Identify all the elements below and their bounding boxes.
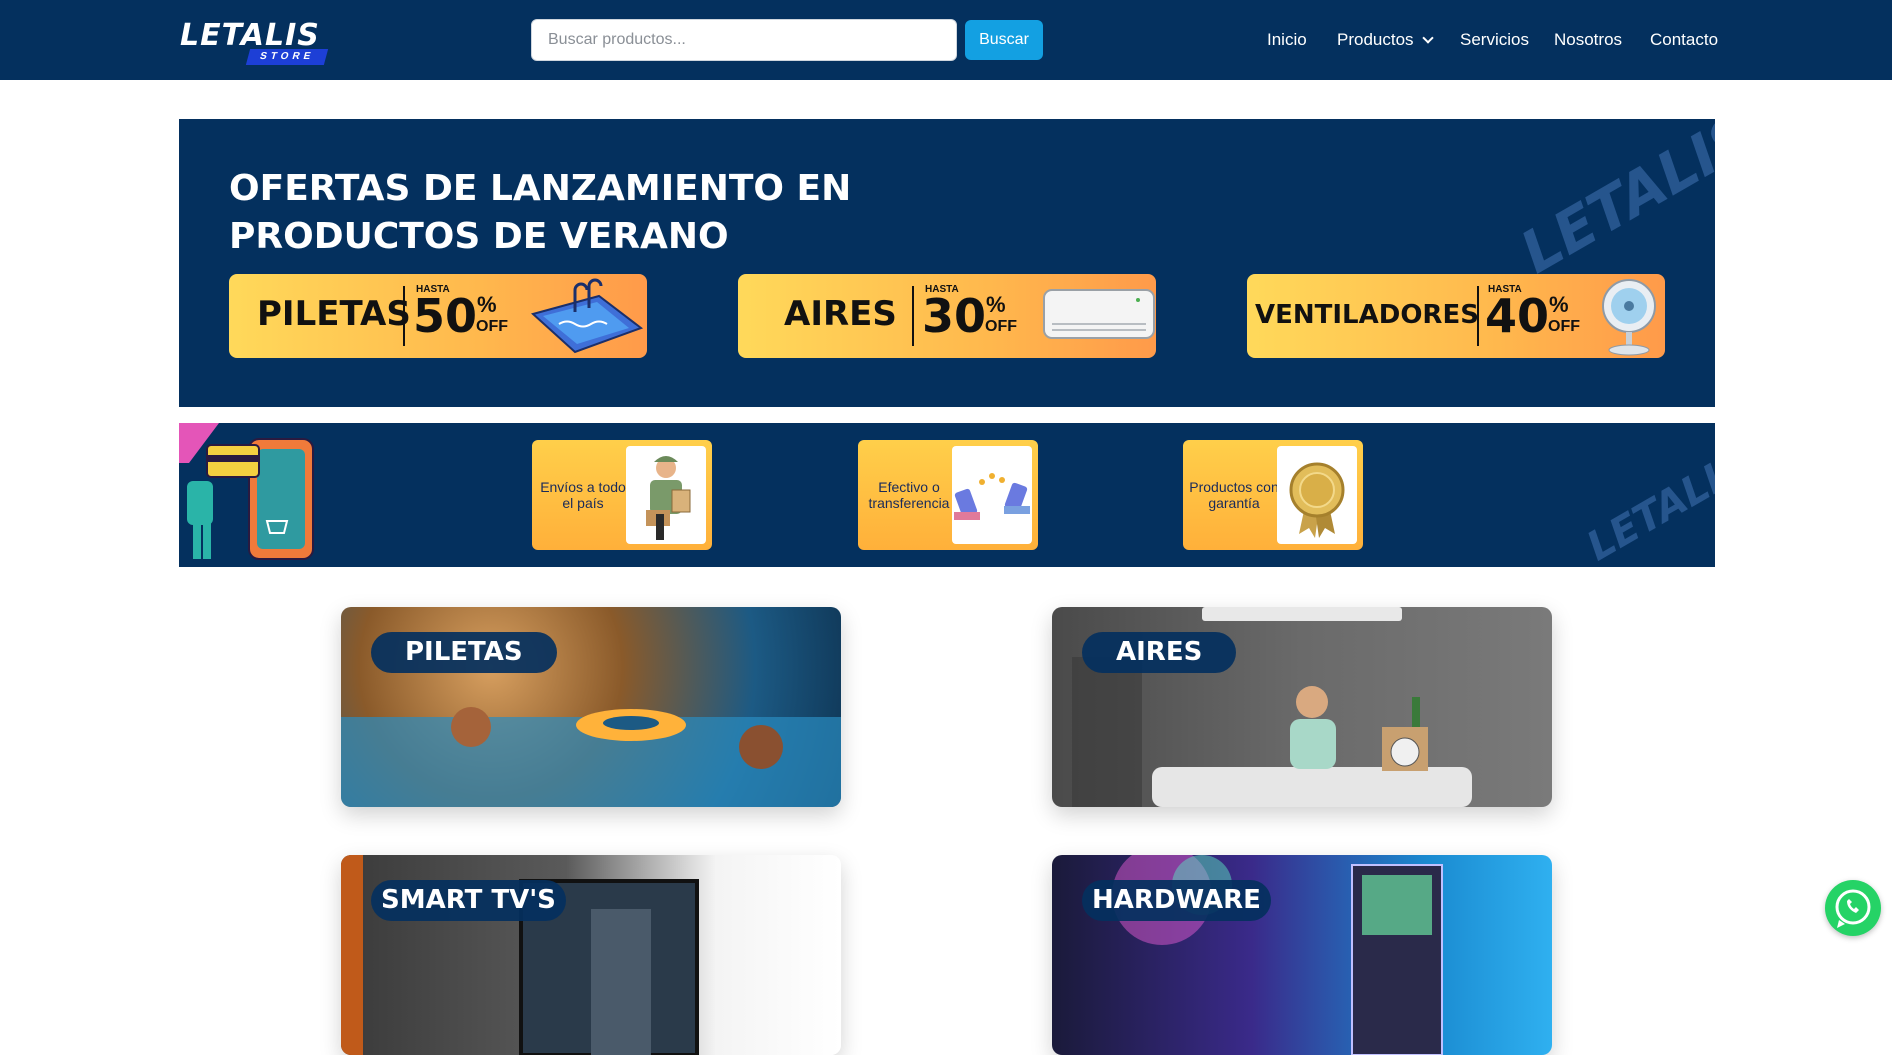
watermark-logo: LETALIS [1579,441,1715,567]
promo-off: OFF [1548,318,1580,335]
hero-title: OFERTAS DE LANZAMIENTO EN PRODUCTOS DE V… [229,168,852,257]
promo-name: VENTILADORES [1255,300,1479,330]
category-label: AIRES [1082,632,1237,673]
phone-transfer-icon [954,473,1030,520]
top-navbar: LETALIS STORE Buscar Inicio Productos Se… [0,0,1892,80]
category-card-piletas[interactable]: PILETAS [341,607,841,807]
letalis-logo[interactable]: LETALIS STORE [180,18,330,65]
feature-image [626,446,706,544]
air-conditioner-icon [1043,289,1155,339]
promo-percent: 40 [1485,289,1550,343]
search-button[interactable]: Buscar [965,20,1043,60]
feature-payment: Efectivo o transferencia [858,440,1038,550]
promo-piletas[interactable]: PILETAS HASTA 50 % OFF [229,274,647,358]
feature-image [1277,446,1357,544]
nav-servicios[interactable]: Servicios [1460,30,1529,50]
promo-aires[interactable]: AIRES HASTA 30 % OFF [738,274,1156,358]
nav-productos[interactable]: Productos [1337,30,1434,50]
promo-name: PILETAS [257,294,411,334]
promo-percent: 50 [413,289,478,343]
promo-divider [403,286,405,346]
delivery-person-icon [646,456,691,540]
fan-icon [1602,279,1656,356]
feature-image [952,446,1032,544]
category-card-smart-tvs[interactable]: SMART TV'S [341,855,841,1055]
category-label: PILETAS [371,632,557,673]
category-label: HARDWARE [1082,880,1271,921]
nav-inicio[interactable]: Inicio [1267,30,1307,50]
promo-name: AIRES [784,294,897,334]
summer-offers-banner: OFERTAS DE LANZAMIENTO EN PRODUCTOS DE V… [179,119,1715,407]
promo-percent-sign: % [1549,292,1569,317]
feature-warranty: Productos con garantía [1183,440,1363,550]
promo-off: OFF [476,318,508,335]
promo-percent-sign: % [986,292,1006,317]
category-card-aires[interactable]: AIRES [1052,607,1552,807]
feature-shipping: Envíos a todo el país [532,440,712,550]
promo-divider [912,286,914,346]
nav-contacto[interactable]: Contacto [1650,30,1718,50]
nav-nosotros[interactable]: Nosotros [1554,30,1622,50]
warranty-badge-icon [1289,462,1345,538]
promo-off: OFF [985,318,1017,335]
search-input[interactable] [531,19,957,61]
feature-label: Efectivo o transferencia [868,479,950,511]
mobile-shopping-illustration [179,423,314,560]
promo-ventiladores[interactable]: VENTILADORES HASTA 40 % OFF [1247,274,1665,358]
features-bar: Envíos a todo el país Efectivo o transfe… [179,423,1715,567]
nav-productos-label: Productos [1337,30,1414,49]
logo-store-tag: STORE [245,49,329,65]
feature-label: Envíos a todo el país [540,479,626,511]
category-label: SMART TV'S [371,880,566,921]
watermark-logo: LETALIS [1509,119,1715,287]
whatsapp-icon [1835,889,1871,928]
promo-percent: 30 [922,289,987,343]
logo-wordmark: LETALIS [180,18,320,53]
category-card-hardware[interactable]: HARDWARE [1052,855,1552,1055]
promo-percent-sign: % [477,292,497,317]
whatsapp-button[interactable] [1825,880,1881,936]
pool-icon [530,278,644,354]
feature-label: Productos con garantía [1189,479,1279,511]
chevron-down-icon [1421,32,1434,44]
promo-divider [1477,286,1479,346]
